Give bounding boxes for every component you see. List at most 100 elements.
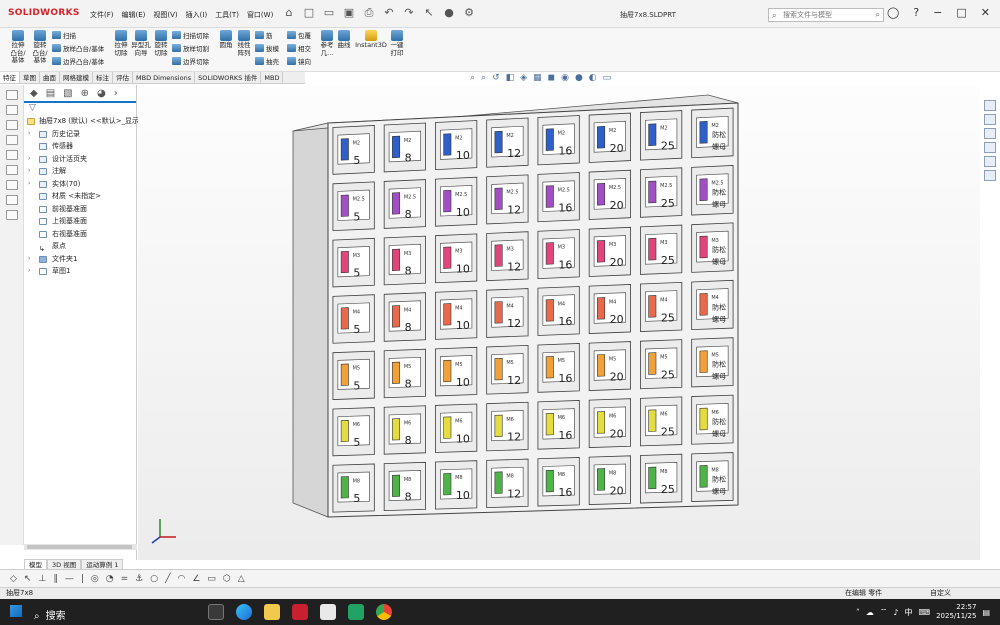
loft-button[interactable]: 放样凸台/基体 bbox=[52, 43, 104, 53]
angle-icon[interactable]: ∠ bbox=[192, 574, 200, 584]
expand-panel-icon[interactable]: › bbox=[114, 88, 118, 99]
appearance-icon[interactable]: ● bbox=[575, 73, 583, 83]
tab-surfaces[interactable]: 曲面 bbox=[40, 72, 60, 83]
revolve-boss-button[interactable]: 旋转 凸台/ 基体 bbox=[30, 30, 50, 65]
network-icon[interactable]: ⌔ bbox=[880, 607, 888, 617]
notifications-icon[interactable]: ▤ bbox=[982, 608, 990, 617]
extrude-cut-button[interactable]: 拉伸 切除 bbox=[112, 30, 130, 57]
scene-icon[interactable]: ◐ bbox=[589, 73, 597, 83]
tab-3d-view[interactable]: 3D 视图 bbox=[47, 559, 82, 569]
tray-chevron-icon[interactable]: ˄ bbox=[856, 608, 860, 617]
linear-pattern-button[interactable]: 线性 阵列 bbox=[236, 30, 252, 57]
tree-item-history[interactable]: › 历史记录 bbox=[24, 128, 136, 141]
traffic-light-icon[interactable]: ● bbox=[442, 6, 456, 20]
redo-icon[interactable]: ↷ bbox=[402, 6, 416, 20]
tab-sketch[interactable]: 草图 bbox=[20, 72, 40, 83]
triangle-icon[interactable]: △ bbox=[238, 574, 245, 584]
sweep-button[interactable]: 扫描 bbox=[52, 30, 76, 40]
hide-show-icon[interactable]: ◉ bbox=[561, 73, 569, 83]
menu-view[interactable]: 视图(V) bbox=[153, 10, 177, 20]
mirror-button[interactable]: 镜向 bbox=[287, 56, 311, 66]
parallel-icon[interactable]: ∥ bbox=[53, 574, 58, 584]
tree-item-front-plane[interactable]: 前视基准面 bbox=[24, 203, 136, 216]
intersect-button[interactable]: 相交 bbox=[287, 43, 311, 53]
help-icon[interactable]: ? bbox=[913, 6, 919, 19]
tab-motion-study[interactable]: 运动算例 1 bbox=[81, 559, 124, 569]
ime-indicator[interactable]: 中 bbox=[905, 607, 913, 618]
tree-item-sensors[interactable]: 传感器 bbox=[24, 140, 136, 153]
trim-tool-icon[interactable] bbox=[5, 150, 18, 160]
display-style-icon[interactable]: ◼ bbox=[548, 73, 555, 83]
tree-item-annotations[interactable]: › 注解 bbox=[24, 165, 136, 178]
draft-button[interactable]: 拔模 bbox=[255, 43, 279, 53]
menu-tools[interactable]: 工具(T) bbox=[215, 10, 239, 20]
ime-options-icon[interactable]: ⌨ bbox=[919, 608, 931, 617]
tab-addins[interactable]: SOLIDWORKS 插件 bbox=[195, 72, 262, 83]
rectangle-tool-icon[interactable] bbox=[5, 135, 18, 145]
menu-file[interactable]: 文件(F) bbox=[90, 10, 114, 20]
boundary-button[interactable]: 边界凸台/基体 bbox=[52, 56, 104, 66]
notepad-icon[interactable] bbox=[320, 604, 336, 620]
maximize-icon[interactable]: □ bbox=[956, 6, 966, 19]
sweep-cut-button[interactable]: 扫描切除 bbox=[172, 30, 209, 40]
open-icon[interactable]: ▭ bbox=[322, 6, 336, 20]
tree-item-bodies[interactable]: › 实体(70) bbox=[24, 178, 136, 191]
one-key-print-button[interactable]: 一键 打印 bbox=[388, 30, 406, 57]
file-explorer-icon[interactable] bbox=[984, 128, 996, 139]
taskbar-search[interactable]: ⌕ 搜索 bbox=[34, 607, 66, 622]
tree-item-folder[interactable]: › 文件夹1 bbox=[24, 253, 136, 266]
file-explorer-app-icon[interactable] bbox=[264, 604, 280, 620]
rib-button[interactable]: 筋 bbox=[255, 30, 273, 40]
rectangle-icon[interactable]: ▭ bbox=[207, 574, 216, 584]
chrome-icon[interactable] bbox=[376, 604, 392, 620]
loft-cut-button[interactable]: 放样切割 bbox=[172, 43, 209, 53]
tab-evaluate[interactable]: 评估 bbox=[113, 72, 133, 83]
view-palette-icon[interactable] bbox=[984, 142, 996, 153]
convert-tool-icon[interactable] bbox=[5, 165, 18, 175]
undo-icon[interactable]: ↶ bbox=[382, 6, 396, 20]
search-input[interactable]: ⌕ 搜索文件与模型 ⌕ bbox=[768, 8, 884, 22]
edge-icon[interactable] bbox=[236, 604, 252, 620]
onedrive-icon[interactable]: ☁ bbox=[866, 608, 874, 617]
graphics-area[interactable]: M2 5 M2 8 M2 10 M2 12 M2 16 M2 20 M2 25 M2 防松 螺母 M2.5 5 M2.… bbox=[138, 85, 980, 560]
tab-model[interactable]: 模型 bbox=[24, 559, 47, 569]
status-units[interactable]: 自定义 bbox=[930, 588, 951, 599]
reference-geometry-button[interactable]: 参考 几... bbox=[318, 30, 336, 57]
tab-mesh[interactable]: 网格建模 bbox=[60, 72, 93, 83]
filter-icon[interactable]: ▽ bbox=[24, 103, 136, 115]
text-tool-icon[interactable] bbox=[5, 120, 18, 130]
sketch-tool-icon[interactable] bbox=[5, 90, 18, 100]
home-icon[interactable]: ⌂ bbox=[282, 6, 296, 20]
config-tab-icon[interactable]: ▧ bbox=[63, 88, 72, 99]
options-icon[interactable]: ⚙ bbox=[462, 6, 476, 20]
polygon-icon[interactable]: ⬡ bbox=[223, 574, 231, 584]
volume-icon[interactable]: ♪ bbox=[893, 608, 898, 617]
solidworks-app-icon[interactable] bbox=[292, 604, 308, 620]
tree-item-material[interactable]: 材质 <未指定> bbox=[24, 190, 136, 203]
solidworks-resources-icon[interactable] bbox=[984, 100, 996, 111]
excel-icon[interactable] bbox=[348, 604, 364, 620]
custom-properties-icon[interactable] bbox=[984, 170, 996, 181]
task-view-icon[interactable] bbox=[208, 604, 224, 620]
view-settings-icon[interactable]: ▭ bbox=[603, 73, 612, 83]
tab-mbd-dimensions[interactable]: MBD Dimensions bbox=[133, 72, 196, 83]
menu-edit[interactable]: 编辑(E) bbox=[122, 10, 146, 20]
menu-insert[interactable]: 插入(I) bbox=[186, 10, 208, 20]
instant3d-button[interactable]: Instant3D bbox=[355, 30, 387, 50]
extrude-boss-button[interactable]: 拉伸 凸台/ 基体 bbox=[8, 30, 28, 65]
save-icon[interactable]: ▣ bbox=[342, 6, 356, 20]
select-arrow-icon[interactable]: ↖ bbox=[24, 574, 32, 584]
view-orientation-icon[interactable]: ▦ bbox=[533, 73, 542, 83]
horizontal-icon[interactable]: — bbox=[65, 574, 74, 584]
tree-item-right-plane[interactable]: 右视基准面 bbox=[24, 228, 136, 241]
line-icon[interactable]: ╱ bbox=[165, 574, 170, 584]
tab-features[interactable]: 特征 bbox=[0, 72, 20, 83]
tab-markup[interactable]: 标注 bbox=[93, 72, 113, 83]
display-tab-icon[interactable]: ◕ bbox=[97, 88, 106, 99]
tree-scrollbar[interactable] bbox=[24, 544, 137, 550]
new-icon[interactable]: □ bbox=[302, 6, 316, 20]
section-view-icon[interactable]: ◧ bbox=[506, 73, 515, 83]
appearances-icon[interactable] bbox=[984, 156, 996, 167]
dimxpert-tab-icon[interactable]: ⊕ bbox=[81, 88, 89, 99]
boundary-cut-button[interactable]: 边界切除 bbox=[172, 56, 209, 66]
